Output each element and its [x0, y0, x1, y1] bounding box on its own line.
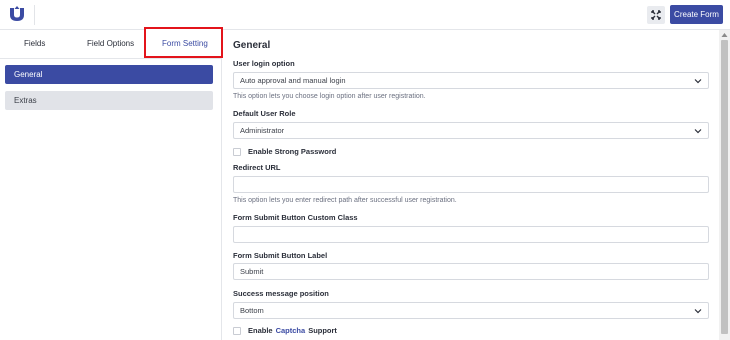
- captcha-label-prefix: Enable: [248, 326, 273, 335]
- custom-class-input[interactable]: [233, 226, 709, 243]
- chevron-down-icon: [694, 79, 702, 84]
- strong-password-label: Enable Strong Password: [248, 147, 337, 156]
- builder-tabs: Fields Field Options Form Setting: [0, 27, 223, 58]
- captcha-label-suffix: Support: [308, 326, 337, 335]
- top-bar: Create Form: [0, 0, 730, 30]
- tab-form-setting[interactable]: Form Setting: [162, 39, 208, 48]
- chevron-down-icon: [694, 309, 702, 314]
- scroll-up-arrow-icon[interactable]: [721, 32, 728, 38]
- login-option-label: User login option: [233, 59, 295, 68]
- section-title: General: [233, 40, 271, 51]
- settings-panel: General User login option Auto approval …: [223, 30, 730, 340]
- logo-divider: [34, 5, 35, 25]
- redirect-url-input[interactable]: [233, 176, 709, 193]
- custom-class-label: Form Submit Button Custom Class: [233, 213, 358, 222]
- strong-password-option[interactable]: Enable Strong Password: [233, 147, 336, 156]
- sidebar: Fields Field Options Form Setting Genera…: [0, 27, 223, 340]
- button-label-input[interactable]: Submit: [233, 263, 709, 280]
- button-label-label: Form Submit Button Label: [233, 251, 328, 260]
- message-position-select[interactable]: Bottom: [233, 302, 709, 319]
- tab-fields[interactable]: Fields: [24, 39, 45, 48]
- login-option-help: This option lets you choose login option…: [233, 93, 426, 100]
- captcha-option[interactable]: Enable Captcha Support: [233, 326, 337, 335]
- default-role-value: Administrator: [240, 126, 285, 135]
- chevron-down-icon: [694, 129, 702, 134]
- strong-password-checkbox[interactable]: [233, 147, 241, 156]
- default-role-label: Default User Role: [233, 109, 296, 118]
- login-option-value: Auto approval and manual login: [240, 76, 346, 85]
- default-role-select[interactable]: Administrator: [233, 122, 709, 139]
- captcha-checkbox[interactable]: [233, 326, 241, 335]
- redirect-url-label: Redirect URL: [233, 163, 281, 172]
- fullscreen-icon: [651, 10, 661, 20]
- tab-field-options[interactable]: Field Options: [87, 39, 134, 48]
- scrollbar-thumb[interactable]: [721, 40, 728, 334]
- tab-divider: [0, 58, 222, 59]
- button-label-value: Submit: [240, 267, 264, 276]
- message-position-value: Bottom: [240, 306, 264, 315]
- sidebar-item-general[interactable]: General: [5, 65, 213, 84]
- scrollbar[interactable]: [719, 30, 730, 340]
- captcha-link[interactable]: Captcha: [276, 326, 306, 335]
- fullscreen-button[interactable]: [647, 6, 665, 24]
- sidebar-item-extras[interactable]: Extras: [5, 91, 213, 110]
- create-form-button[interactable]: Create Form: [670, 5, 723, 24]
- login-option-select[interactable]: Auto approval and manual login: [233, 72, 709, 89]
- message-position-label: Success message position: [233, 289, 329, 298]
- redirect-url-help: This option lets you enter redirect path…: [233, 197, 457, 204]
- user-registration-logo-icon[interactable]: [8, 5, 26, 23]
